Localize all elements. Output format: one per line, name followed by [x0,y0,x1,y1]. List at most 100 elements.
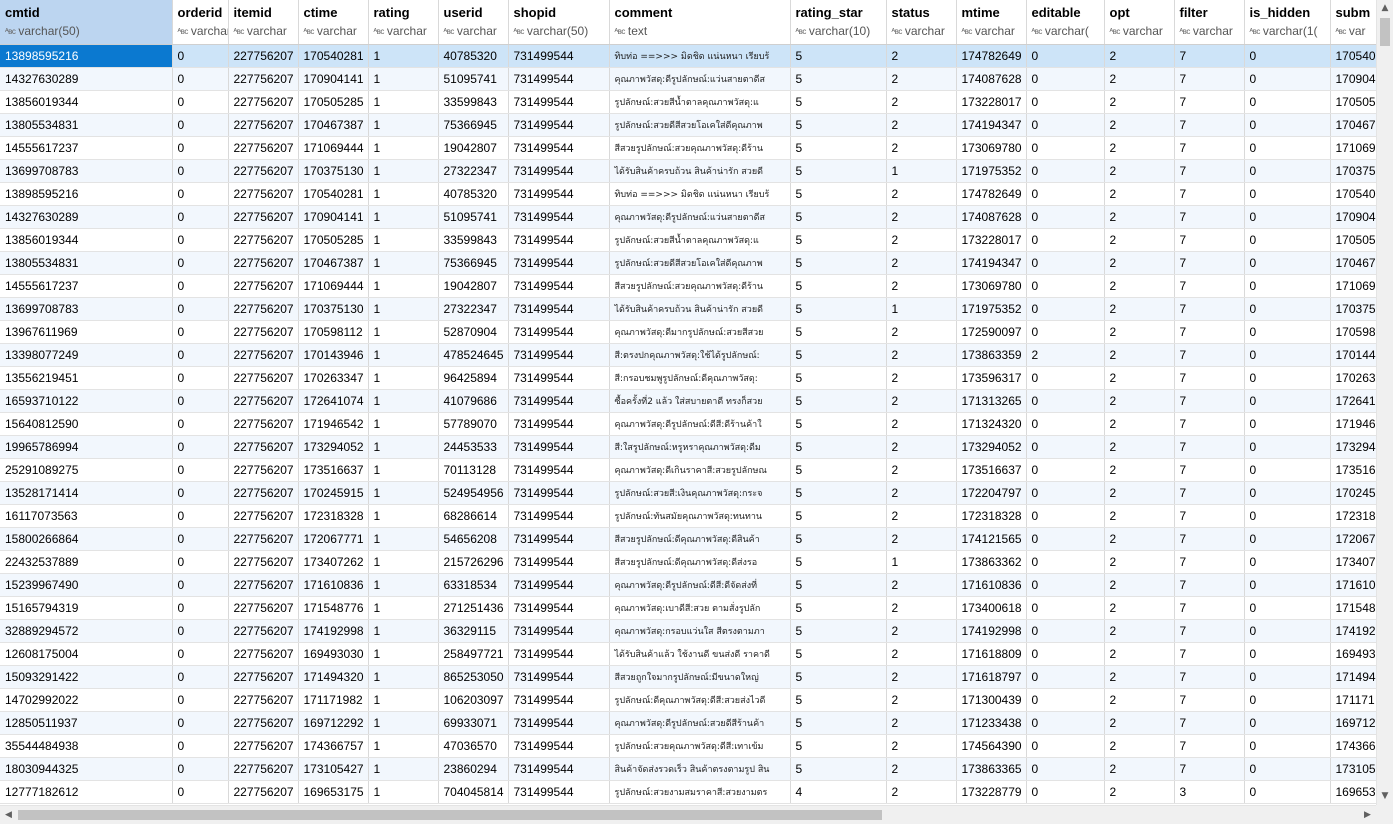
cell-status[interactable]: 2 [886,343,957,367]
cell-shopid[interactable]: 731499544 [508,182,610,206]
cell-is-hidden[interactable]: 0 [1244,44,1331,68]
table-row[interactable]: 25291089275 0 227756207 173516637 1 70113128 7… [0,458,1376,482]
cell-opt[interactable]: 2 [1104,90,1175,114]
cell-rating-star[interactable]: 4 [790,780,887,804]
cell-rating[interactable]: 1 [368,159,439,183]
cell-status[interactable]: 2 [886,757,957,781]
cell-itemid[interactable]: 227756207 [228,251,299,275]
cell-editable[interactable]: 0 [1026,780,1105,804]
cell-userid[interactable]: 68286614 [438,504,509,528]
cell-orderid[interactable]: 0 [172,757,229,781]
cell-filter[interactable]: 7 [1174,619,1245,643]
table-row[interactable]: 19965786994 0 227756207 173294052 1 24453533 7… [0,435,1376,459]
cell-comment[interactable]: รูปลักษณ์:สวยดีสีสวยโอเคใส่ดีคุณภาพ [609,113,791,137]
cell-comment[interactable]: ได้รับสินค้าครบถ้วน สินค้าน่ารัก สวยดี [609,297,791,321]
cell-orderid[interactable]: 0 [172,67,229,91]
cell-opt[interactable]: 2 [1104,343,1175,367]
cell-editable[interactable]: 0 [1026,711,1105,735]
cell-itemid[interactable]: 227756207 [228,182,299,206]
cell-rating[interactable]: 1 [368,711,439,735]
cell-orderid[interactable]: 0 [172,780,229,804]
cell-subm[interactable]: 173294 [1330,435,1376,459]
table-row[interactable]: 32889294572 0 227756207 174192998 1 36329115 7… [0,619,1376,643]
cell-rating-star[interactable]: 5 [790,67,887,91]
cell-is-hidden[interactable]: 0 [1244,573,1331,597]
cell-itemid[interactable]: 227756207 [228,688,299,712]
cell-ctime[interactable]: 173516637 [298,458,369,482]
cell-rating-star[interactable]: 5 [790,734,887,758]
cell-orderid[interactable]: 0 [172,228,229,252]
cell-orderid[interactable]: 0 [172,389,229,413]
table-row[interactable]: 14555617237 0 227756207 171069444 1 19042807 7… [0,136,1376,160]
cell-cmtid[interactable]: 13805534831 [0,251,173,275]
table-row[interactable]: 15800266864 0 227756207 172067771 1 54656208 7… [0,527,1376,551]
cell-orderid[interactable]: 0 [172,44,229,68]
cell-rating-star[interactable]: 5 [790,550,887,574]
cell-ctime[interactable]: 171069444 [298,136,369,160]
cell-cmtid[interactable]: 22432537889 [0,550,173,574]
cell-cmtid[interactable]: 13967611969 [0,320,173,344]
cell-status[interactable]: 2 [886,113,957,137]
cell-opt[interactable]: 2 [1104,504,1175,528]
cell-mtime[interactable]: 174192998 [956,619,1027,643]
cell-rating-star[interactable]: 5 [790,389,887,413]
cell-subm[interactable]: 170375 [1330,297,1376,321]
column-header-opt[interactable]: opt ᴬʙc varchar [1104,0,1175,45]
cell-opt[interactable]: 2 [1104,642,1175,666]
cell-filter[interactable]: 7 [1174,688,1245,712]
cell-subm[interactable]: 171548 [1330,596,1376,620]
cell-comment[interactable]: คุณภาพวัสดุ:ดีรูปลักษณ์:ดีสี:ดีร้านค้าใ [609,412,791,436]
cell-cmtid[interactable]: 13898595216 [0,44,173,68]
scroll-down-icon[interactable]: ▼ [1377,788,1393,805]
cell-editable[interactable]: 0 [1026,527,1105,551]
cell-userid[interactable]: 96425894 [438,366,509,390]
cell-is-hidden[interactable]: 0 [1244,458,1331,482]
cell-status[interactable]: 2 [886,44,957,68]
cell-cmtid[interactable]: 14327630289 [0,205,173,229]
cell-editable[interactable]: 0 [1026,481,1105,505]
cell-ctime[interactable]: 169712292 [298,711,369,735]
cell-rating[interactable]: 1 [368,251,439,275]
cell-shopid[interactable]: 731499544 [508,435,610,459]
cell-filter[interactable]: 7 [1174,734,1245,758]
cell-filter[interactable]: 7 [1174,343,1245,367]
cell-subm[interactable]: 170144 [1330,343,1376,367]
cell-cmtid[interactable]: 14327630289 [0,67,173,91]
cell-shopid[interactable]: 731499544 [508,297,610,321]
cell-cmtid[interactable]: 12777182612 [0,780,173,804]
cell-userid[interactable]: 40785320 [438,44,509,68]
cell-opt[interactable]: 2 [1104,320,1175,344]
cell-filter[interactable]: 7 [1174,412,1245,436]
cell-is-hidden[interactable]: 0 [1244,711,1331,735]
cell-mtime[interactable]: 174121565 [956,527,1027,551]
cell-comment[interactable]: รูปลักษณ์:สวยสีน้ำตาลคุณภาพวัสดุ:แ [609,90,791,114]
cell-shopid[interactable]: 731499544 [508,205,610,229]
cell-ctime[interactable]: 173105427 [298,757,369,781]
cell-userid[interactable]: 33599843 [438,228,509,252]
cell-rating[interactable]: 1 [368,389,439,413]
cell-shopid[interactable]: 731499544 [508,159,610,183]
cell-rating[interactable]: 1 [368,320,439,344]
cell-mtime[interactable]: 173863365 [956,757,1027,781]
cell-cmtid[interactable]: 13556219451 [0,366,173,390]
column-header-subm[interactable]: subm ᴬʙc var [1330,0,1376,45]
cell-rating-star[interactable]: 5 [790,366,887,390]
cell-status[interactable]: 2 [886,504,957,528]
cell-status[interactable]: 1 [886,159,957,183]
scroll-left-icon[interactable]: ◀ [0,806,17,824]
table-row[interactable]: 14327630289 0 227756207 170904141 1 51095741 7… [0,205,1376,229]
cell-ctime[interactable]: 172318328 [298,504,369,528]
table-row[interactable]: 13856019344 0 227756207 170505285 1 33599843 7… [0,228,1376,252]
cell-rating-star[interactable]: 5 [790,504,887,528]
cell-rating-star[interactable]: 5 [790,297,887,321]
column-header-ctime[interactable]: ctime ᴬʙc varchar [298,0,369,45]
cell-subm[interactable]: 172318 [1330,504,1376,528]
cell-userid[interactable]: 51095741 [438,67,509,91]
cell-orderid[interactable]: 0 [172,113,229,137]
cell-status[interactable]: 1 [886,550,957,574]
cell-comment[interactable]: สีสวยรูปลักษณ์:ดีคุณภาพวัสดุ:ดีส่งรอ [609,550,791,574]
cell-is-hidden[interactable]: 0 [1244,274,1331,298]
cell-itemid[interactable]: 227756207 [228,596,299,620]
cell-itemid[interactable]: 227756207 [228,136,299,160]
cell-is-hidden[interactable]: 0 [1244,619,1331,643]
